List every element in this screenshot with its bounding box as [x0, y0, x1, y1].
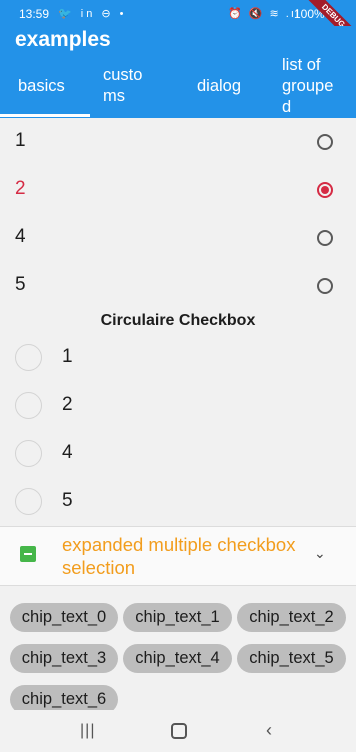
- circular-checkbox[interactable]: [15, 488, 42, 515]
- radio-row[interactable]: 5: [0, 262, 356, 310]
- chip[interactable]: chip_text_0: [10, 603, 118, 632]
- system-nav-bar: ||| ‹: [0, 710, 356, 752]
- radio-label: 2: [15, 178, 26, 199]
- chip[interactable]: chip_text_3: [10, 644, 118, 673]
- tab-basics[interactable]: basics: [18, 56, 88, 116]
- expansion-tile[interactable]: expanded multiple checkbox selection ⌄: [0, 526, 356, 586]
- circular-checkbox-row[interactable]: 4: [0, 430, 356, 478]
- recent-apps-icon[interactable]: |||: [80, 722, 95, 740]
- circular-checkbox[interactable]: [15, 440, 42, 467]
- circular-checkbox-row[interactable]: 5: [0, 478, 356, 526]
- checkbox-label: 4: [62, 442, 73, 463]
- back-icon[interactable]: ‹: [266, 720, 272, 741]
- app-title: examples: [15, 28, 111, 51]
- tab-indicator: [0, 114, 90, 117]
- chip[interactable]: chip_text_1: [123, 603, 232, 632]
- checkbox-label: 1: [62, 346, 73, 367]
- chip[interactable]: chip_text_4: [123, 644, 232, 673]
- chip[interactable]: chip_text_2: [237, 603, 346, 632]
- radio-button[interactable]: [317, 278, 333, 294]
- app-bar: examples basics custo ms dialog list of …: [0, 26, 356, 118]
- tab-label: list of groupe d: [282, 55, 334, 116]
- circular-checkbox[interactable]: [15, 344, 42, 371]
- tab-label: basics: [18, 76, 65, 95]
- status-bar: 13:59 🐦 in ⊖ • ⏰ 🔇 ≋ .ıl 100% DEBUG: [0, 0, 356, 53]
- expansion-title: expanded multiple checkbox selection: [62, 534, 296, 578]
- radio-button[interactable]: [317, 182, 333, 198]
- radio-row[interactable]: 2: [0, 166, 356, 214]
- circular-checkbox-row[interactable]: 1: [0, 334, 356, 382]
- radio-label: 5: [15, 274, 26, 295]
- system-status-icons: ⏰ 🔇 ≋ .ıl: [228, 8, 301, 20]
- status-time: 13:59: [19, 7, 50, 21]
- tab-list-of-grouped[interactable]: list of groupe d: [282, 56, 342, 116]
- radio-button[interactable]: [317, 230, 333, 246]
- chevron-down-icon[interactable]: ⌄: [314, 545, 326, 562]
- chip[interactable]: chip_text_5: [237, 644, 346, 673]
- home-icon[interactable]: [171, 723, 187, 739]
- checkbox-label: 5: [62, 490, 73, 511]
- radio-label: 1: [15, 130, 26, 151]
- circular-checkbox[interactable]: [15, 392, 42, 419]
- checkbox-label: 2: [62, 394, 73, 415]
- radio-label: 4: [15, 226, 26, 247]
- indeterminate-checkbox[interactable]: [20, 546, 36, 562]
- radio-button[interactable]: [317, 134, 333, 150]
- section-title: Circulaire Checkbox: [100, 312, 256, 329]
- tab-customs[interactable]: custo ms: [103, 56, 158, 116]
- tab-label: custo ms: [103, 66, 143, 105]
- notification-icons: 🐦 in ⊖ •: [58, 8, 127, 20]
- radio-row[interactable]: 4: [0, 214, 356, 262]
- radio-row[interactable]: 1: [0, 118, 356, 166]
- circular-checkbox-row[interactable]: 2: [0, 382, 356, 430]
- tab-dialog[interactable]: dialog: [197, 56, 257, 116]
- tab-label: dialog: [197, 76, 242, 95]
